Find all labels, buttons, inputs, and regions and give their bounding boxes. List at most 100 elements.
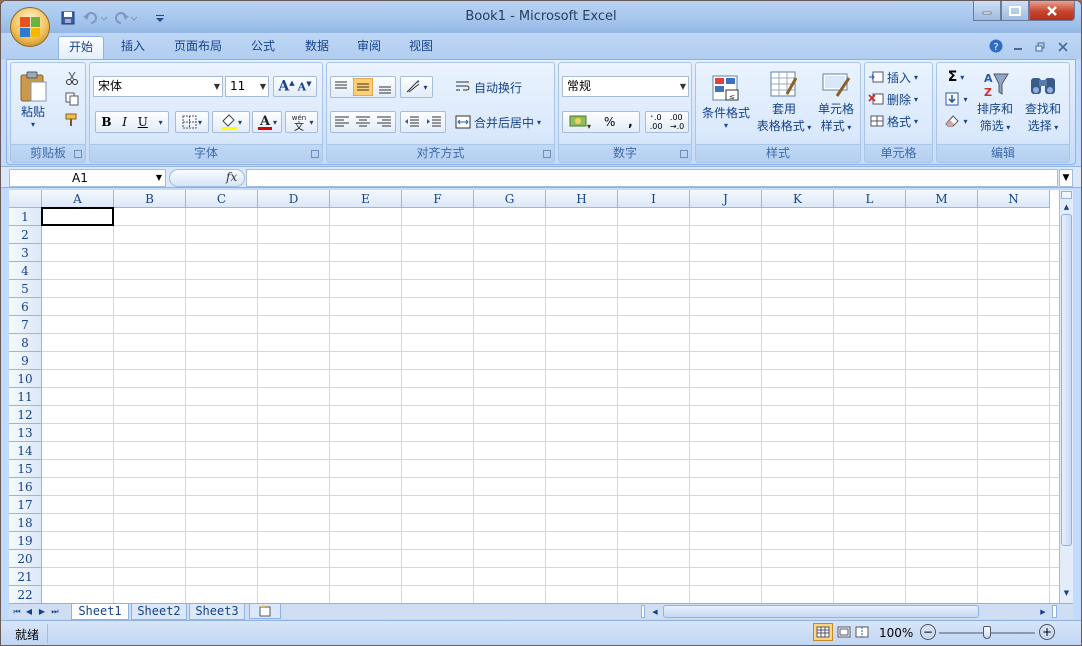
align-bottom-icon[interactable]: [377, 80, 393, 94]
split-box[interactable]: [1061, 191, 1072, 199]
page-layout-view-icon[interactable]: [835, 623, 853, 641]
close-button[interactable]: [1029, 1, 1075, 21]
scroll-right-icon[interactable]: ▶: [1037, 604, 1049, 619]
row-header[interactable]: 13: [9, 424, 42, 442]
number-dialog-launcher[interactable]: [680, 150, 688, 158]
font-size-select[interactable]: 11 ▼: [225, 76, 269, 97]
fill-button[interactable]: ▾: [940, 89, 972, 109]
row-header[interactable]: 19: [9, 532, 42, 550]
autosum-button[interactable]: Σ ▾: [940, 67, 972, 87]
column-header[interactable]: I: [618, 190, 690, 208]
column-header[interactable]: A: [42, 190, 114, 208]
underline-icon[interactable]: U: [138, 115, 148, 129]
find-select-button[interactable]: 查找和 选择 ▾: [1018, 67, 1068, 137]
phonetic-button[interactable]: wén 文 ▾: [285, 111, 318, 133]
first-sheet-icon[interactable]: ⏮: [12, 604, 22, 619]
row-header[interactable]: 6: [9, 298, 42, 316]
vertical-scrollbar[interactable]: ▲ ▼: [1059, 190, 1073, 603]
format-painter-icon[interactable]: [63, 111, 81, 129]
wrap-text-button[interactable]: 自动换行: [455, 76, 553, 98]
row-header[interactable]: 16: [9, 478, 42, 496]
horizontal-scroll-thumb[interactable]: [663, 605, 979, 618]
merge-center-button[interactable]: 合并后居中 ▾: [455, 111, 553, 133]
row-header[interactable]: 11: [9, 388, 42, 406]
zoom-in-icon[interactable]: +: [1039, 624, 1055, 640]
font-size-grow-shrink[interactable]: A▲ A▼: [273, 76, 317, 97]
border-button[interactable]: ▾: [175, 111, 209, 133]
insert-cells-button[interactable]: 插入 ▾: [868, 67, 930, 87]
name-box-dropdown-icon[interactable]: ▼: [156, 170, 162, 186]
align-top-icon[interactable]: [333, 80, 349, 94]
row-header[interactable]: 1: [9, 208, 42, 226]
prev-sheet-icon[interactable]: ◀: [24, 604, 34, 619]
row-header[interactable]: 20: [9, 550, 42, 568]
format-cells-button[interactable]: 格式 ▾: [868, 111, 930, 131]
column-header[interactable]: B: [114, 190, 186, 208]
shrink-font-icon[interactable]: A▼: [298, 79, 312, 94]
sheet-tab[interactable]: Sheet2: [131, 604, 187, 620]
delete-cells-button[interactable]: 删除 ▾: [868, 89, 930, 109]
last-sheet-icon[interactable]: ⏭: [49, 604, 61, 619]
scroll-left-icon[interactable]: ◀: [649, 604, 661, 619]
next-sheet-icon[interactable]: ▶: [37, 604, 47, 619]
cells-area[interactable]: [41, 207, 1059, 603]
column-header[interactable]: M: [906, 190, 978, 208]
column-header[interactable]: K: [762, 190, 834, 208]
increase-decimal-icon[interactable]: ⁺.0.00: [650, 113, 663, 131]
sheet-tab-active[interactable]: Sheet1: [71, 604, 129, 620]
zoom-level[interactable]: 100%: [879, 626, 913, 640]
row-header[interactable]: 15: [9, 460, 42, 478]
tab-insert[interactable]: 插入: [109, 36, 157, 59]
currency-format-icon[interactable]: ▾: [569, 114, 591, 130]
alignment-dialog-launcher[interactable]: [543, 150, 551, 158]
ribbon-restore-icon[interactable]: [1033, 40, 1047, 54]
row-header[interactable]: 14: [9, 442, 42, 460]
conditional-format-button[interactable]: ≤ 条件格式 ▾: [699, 67, 753, 137]
font-dialog-launcher[interactable]: [311, 150, 319, 158]
clear-button[interactable]: ▾: [940, 111, 972, 131]
format-as-table-button[interactable]: 套用 表格格式 ▾: [754, 67, 814, 137]
row-header[interactable]: 12: [9, 406, 42, 424]
column-header[interactable]: H: [546, 190, 618, 208]
row-header[interactable]: 4: [9, 262, 42, 280]
maximize-button[interactable]: [1001, 1, 1029, 21]
zoom-out-icon[interactable]: −: [920, 624, 936, 640]
help-icon[interactable]: ?: [988, 38, 1004, 54]
ribbon-minimize-icon[interactable]: [1011, 40, 1025, 54]
normal-view-icon[interactable]: [813, 623, 833, 641]
comma-style-icon[interactable]: ,: [628, 115, 633, 129]
row-header[interactable]: 17: [9, 496, 42, 514]
row-header[interactable]: 9: [9, 352, 42, 370]
grow-font-icon[interactable]: A▲: [278, 78, 294, 95]
align-center-icon[interactable]: [355, 115, 371, 129]
zoom-slider-thumb[interactable]: [983, 626, 991, 639]
row-header[interactable]: 8: [9, 334, 42, 352]
minimize-button[interactable]: [973, 1, 1001, 21]
tab-page-layout[interactable]: 页面布局: [161, 36, 235, 59]
fill-color-button[interactable]: ▾: [212, 111, 250, 133]
column-header[interactable]: N: [978, 190, 1050, 208]
row-header[interactable]: 10: [9, 370, 42, 388]
scroll-thumb[interactable]: [1061, 214, 1072, 546]
tab-data[interactable]: 数据: [293, 36, 341, 59]
tab-home[interactable]: 开始: [58, 36, 104, 59]
copy-icon[interactable]: [63, 90, 81, 108]
decrease-decimal-icon[interactable]: .00 →.0: [670, 113, 684, 131]
sort-filter-button[interactable]: AZ 排序和 筛选 ▾: [974, 67, 1016, 137]
row-header[interactable]: 2: [9, 226, 42, 244]
align-middle-icon[interactable]: [353, 78, 373, 96]
column-header[interactable]: C: [186, 190, 258, 208]
increase-indent-icon[interactable]: [426, 115, 442, 129]
tab-formulas[interactable]: 公式: [239, 36, 287, 59]
active-cell[interactable]: [41, 207, 114, 226]
column-header[interactable]: L: [834, 190, 906, 208]
expand-formula-bar-icon[interactable]: ▼: [1059, 169, 1073, 187]
paste-button[interactable]: 粘贴 ▾: [15, 67, 51, 133]
row-header[interactable]: 22: [9, 586, 42, 603]
italic-icon[interactable]: I: [122, 115, 127, 129]
bold-icon[interactable]: B: [101, 115, 111, 129]
scroll-up-icon[interactable]: ▲: [1061, 201, 1072, 213]
tab-split-handle[interactable]: [641, 605, 645, 618]
column-header[interactable]: G: [474, 190, 546, 208]
cut-icon[interactable]: [63, 69, 81, 87]
